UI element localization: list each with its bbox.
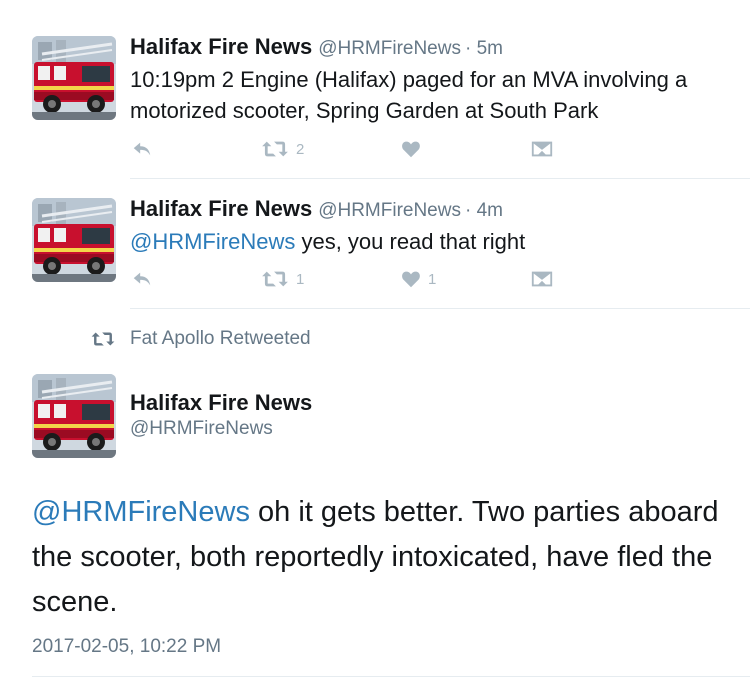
retweet-icon xyxy=(90,329,116,349)
dm-button[interactable] xyxy=(530,268,554,290)
retweet-button[interactable]: 2 xyxy=(260,138,304,160)
author-name: Halifax Fire News xyxy=(130,34,313,59)
dm-button[interactable] xyxy=(530,138,554,160)
tweet-1[interactable]: Halifax Fire News @HRMFireNews · 5m 10:19p… xyxy=(0,0,750,180)
focus-author-name[interactable]: Halifax Fire News xyxy=(130,390,312,416)
reply-button[interactable] xyxy=(130,138,154,160)
avatar[interactable] xyxy=(32,198,116,282)
tweet-author[interactable]: Halifax Fire News @HRMFireNews · 4m xyxy=(130,196,503,222)
author-handle: @HRMFireNews xyxy=(318,38,461,59)
mention-link[interactable]: @HRMFireNews xyxy=(130,229,295,254)
like-count: 1 xyxy=(428,270,437,288)
retweet-notice[interactable]: Fat Apollo Retweeted xyxy=(90,328,311,350)
avatar[interactable] xyxy=(32,36,116,120)
tweet-author[interactable]: Halifax Fire News @HRMFireNews · 5m xyxy=(130,34,503,60)
fire-truck-avatar-image xyxy=(32,36,116,120)
tweet-time: · 4m xyxy=(464,200,503,221)
focus-avatar[interactable] xyxy=(32,374,116,458)
focus-tweet-text: @HRMFireNews oh it gets better. Two part… xyxy=(32,490,748,625)
retweet-count: 2 xyxy=(296,140,305,158)
heart-icon xyxy=(400,138,422,160)
tweet-actions: 1 1 xyxy=(130,268,570,292)
retweet-icon xyxy=(260,268,290,290)
fire-truck-avatar-image xyxy=(32,198,116,282)
reply-arrow-icon xyxy=(130,268,154,290)
heart-icon xyxy=(400,268,422,290)
tweet-time: · 5m xyxy=(464,38,503,59)
tweet-text-body: yes, you read that right xyxy=(295,229,526,254)
tweet-text: 10:19pm 2 Engine (Halifax) paged for an … xyxy=(130,67,688,123)
focus-author-handle[interactable]: @HRMFireNews xyxy=(130,418,273,440)
envelope-icon xyxy=(530,138,554,160)
author-name: Halifax Fire News xyxy=(130,196,313,221)
reply-arrow-icon xyxy=(130,138,154,160)
mention-link[interactable]: @HRMFireNews xyxy=(32,496,250,528)
like-button[interactable] xyxy=(400,138,422,160)
divider xyxy=(130,178,750,179)
author-handle: @HRMFireNews xyxy=(318,200,461,221)
tweet-text: @HRMFireNews yes, you read that right xyxy=(130,226,730,257)
tweet-timestamp: 2017-02-05, 10:22 PM xyxy=(32,636,222,657)
fire-truck-avatar-image xyxy=(32,374,116,458)
divider xyxy=(32,676,750,677)
like-button[interactable]: 1 xyxy=(400,268,436,290)
retweet-notice-label: Fat Apollo Retweeted xyxy=(130,328,311,349)
envelope-icon xyxy=(530,268,554,290)
reply-button[interactable] xyxy=(130,268,154,290)
retweet-icon xyxy=(260,138,290,160)
tweet-2[interactable]: Halifax Fire News @HRMFireNews · 4m @HRMFi… xyxy=(0,180,750,310)
tweet-actions: 2 xyxy=(130,138,570,162)
retweet-count: 1 xyxy=(296,270,305,288)
retweet-button[interactable]: 1 xyxy=(260,268,304,290)
divider xyxy=(130,308,750,309)
